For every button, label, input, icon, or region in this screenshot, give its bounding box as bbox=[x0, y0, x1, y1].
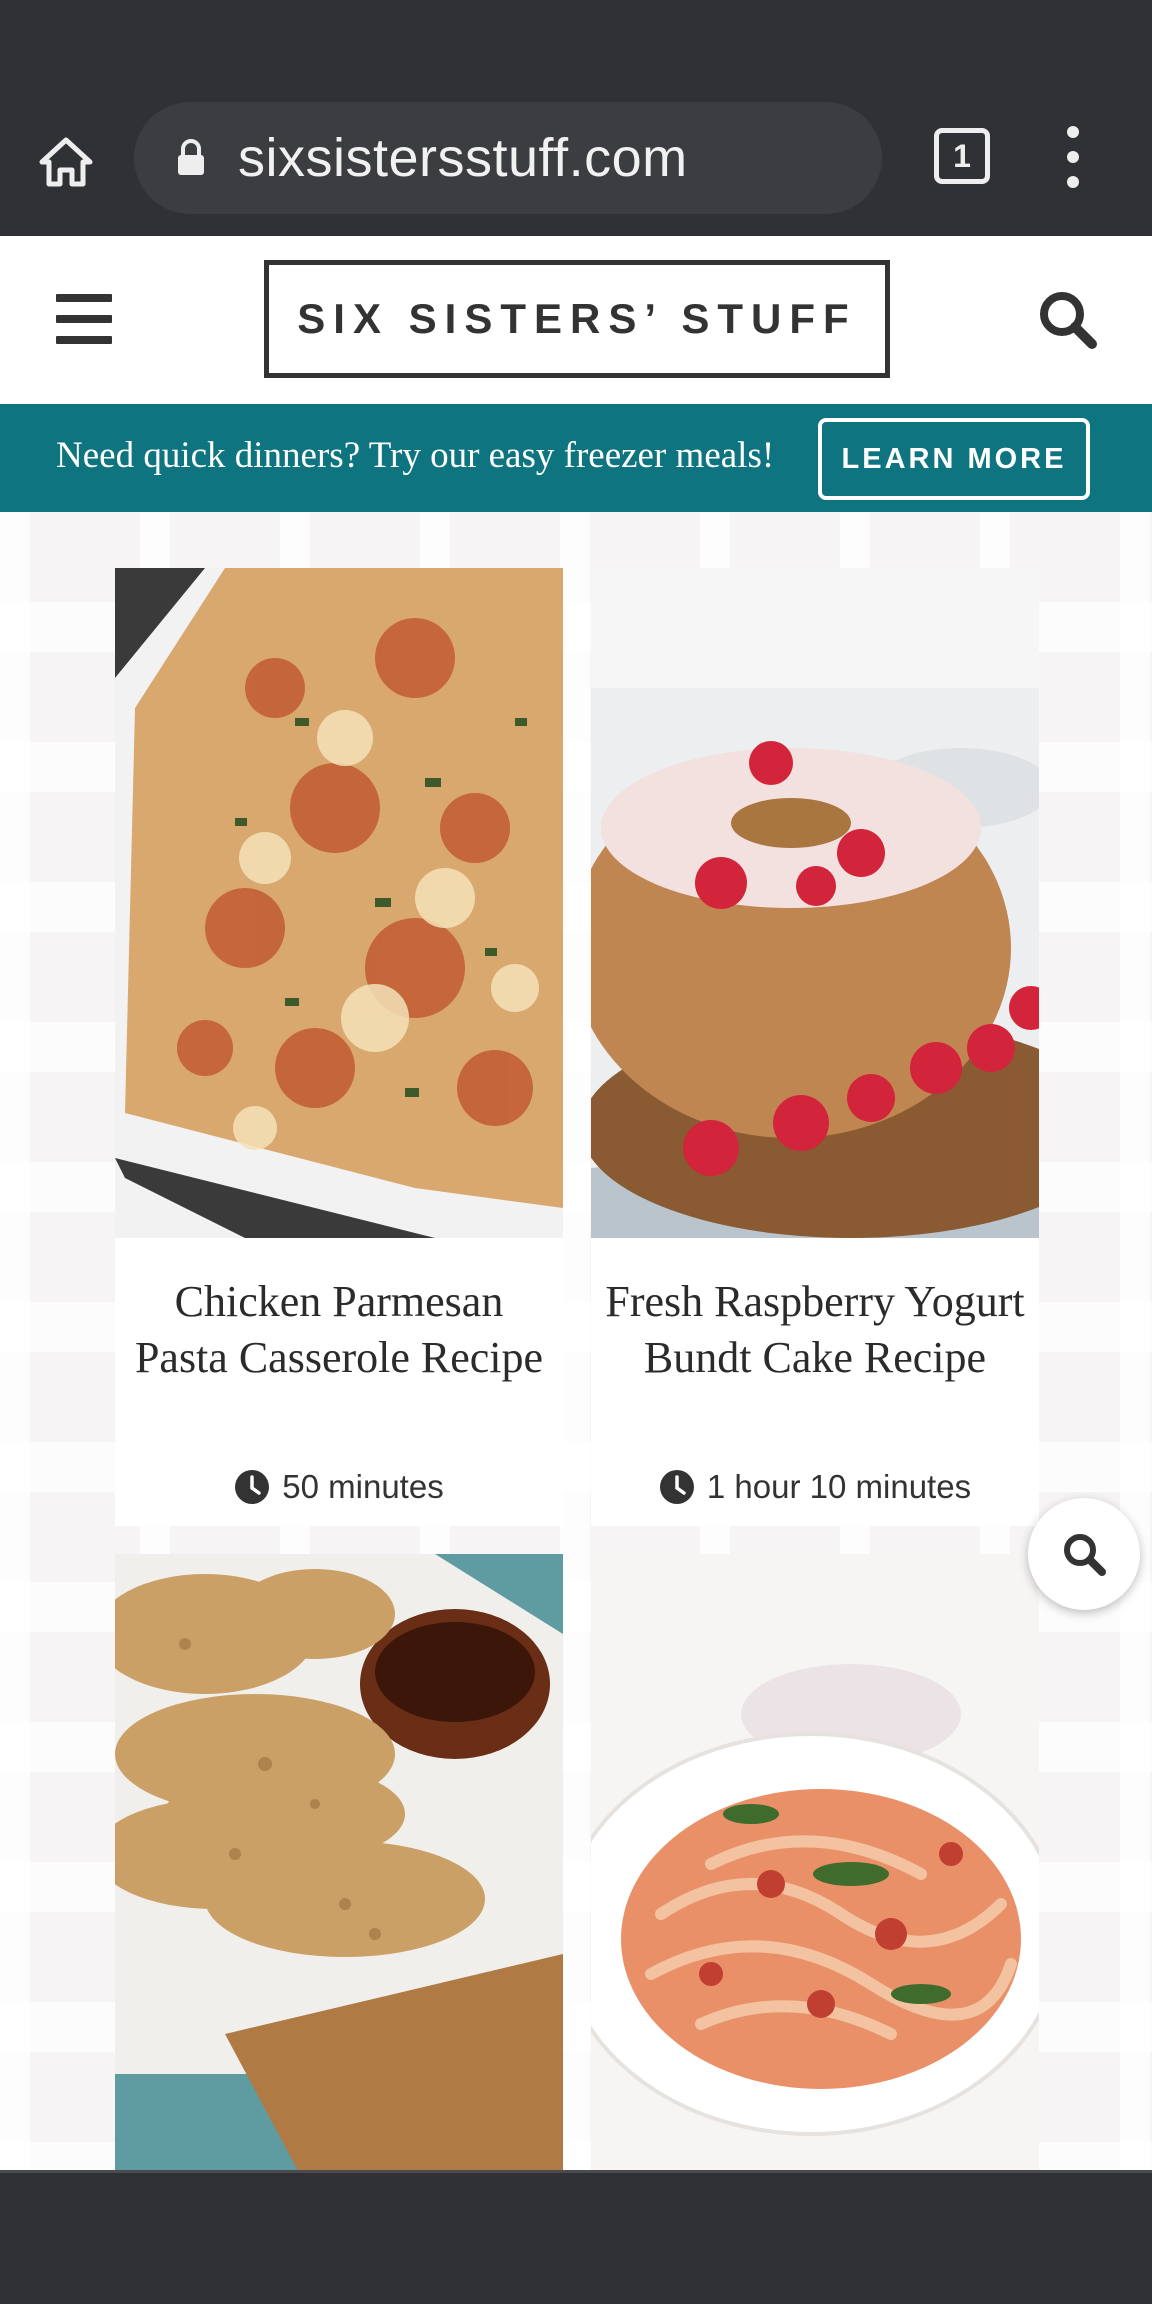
search-icon bbox=[1064, 1534, 1106, 1576]
hamburger-line bbox=[56, 315, 112, 323]
status-bar bbox=[0, 0, 1152, 90]
learn-more-button[interactable]: LEARN MORE bbox=[818, 418, 1090, 500]
recipe-image-pasta-casserole bbox=[115, 568, 563, 1238]
recipe-card[interactable]: Chicken Parmesan Pasta Casserole Recipe … bbox=[115, 568, 563, 1526]
bottom-navigation-bar bbox=[0, 2170, 1152, 2304]
clock-icon bbox=[659, 1470, 694, 1504]
recipe-time: 50 minutes bbox=[115, 1468, 563, 1506]
url-text: sixsistersstuff.com bbox=[238, 128, 688, 188]
floating-search-button[interactable] bbox=[1028, 1498, 1140, 1610]
address-bar[interactable]: sixsistersstuff.com bbox=[134, 102, 882, 214]
home-icon bbox=[39, 137, 93, 187]
menu-dot bbox=[1067, 126, 1079, 138]
clock-icon bbox=[235, 1470, 270, 1504]
recipe-time-text: 50 minutes bbox=[282, 1468, 444, 1505]
recipe-card[interactable] bbox=[591, 1554, 1039, 2170]
header-search-button[interactable] bbox=[1036, 288, 1100, 352]
site-header: SIX SISTERS’ STUFF bbox=[0, 236, 1152, 404]
recipe-time: 1 hour 10 minutes bbox=[591, 1468, 1039, 1506]
recipe-image-breaded-chicken-tenders bbox=[115, 1554, 563, 2170]
recipe-image-pasta-bowl bbox=[591, 1554, 1039, 2170]
hamburger-line bbox=[56, 336, 112, 344]
browser-toolbar: sixsistersstuff.com 1 bbox=[0, 90, 1152, 236]
recipe-image-raspberry-bundt-cake bbox=[591, 568, 1039, 1238]
tab-switcher-button[interactable]: 1 bbox=[934, 128, 990, 184]
recipe-card[interactable] bbox=[115, 1554, 563, 2170]
recipe-card[interactable]: Fresh Raspberry Yogurt Bundt Cake Recipe… bbox=[591, 568, 1039, 1526]
home-button[interactable] bbox=[34, 130, 98, 194]
lock-icon bbox=[174, 138, 208, 178]
promo-banner: Need quick dinners? Try our easy freezer… bbox=[0, 404, 1152, 512]
recipe-time-text: 1 hour 10 minutes bbox=[706, 1468, 972, 1505]
hamburger-menu-button[interactable] bbox=[56, 294, 112, 344]
recipe-title: Fresh Raspberry Yogurt Bundt Cake Recipe bbox=[605, 1277, 1025, 1382]
promo-text: Need quick dinners? Try our easy freezer… bbox=[56, 435, 775, 476]
more-options-button[interactable] bbox=[1058, 120, 1088, 194]
hamburger-line bbox=[56, 294, 112, 302]
recipe-grid: Chicken Parmesan Pasta Casserole Recipe … bbox=[0, 512, 1152, 2170]
recipe-title: Chicken Parmesan Pasta Casserole Recipe bbox=[134, 1277, 544, 1382]
site-logo[interactable]: SIX SISTERS’ STUFF bbox=[264, 260, 890, 378]
menu-dot bbox=[1067, 176, 1079, 188]
search-icon bbox=[1040, 292, 1097, 349]
menu-dot bbox=[1067, 151, 1079, 163]
